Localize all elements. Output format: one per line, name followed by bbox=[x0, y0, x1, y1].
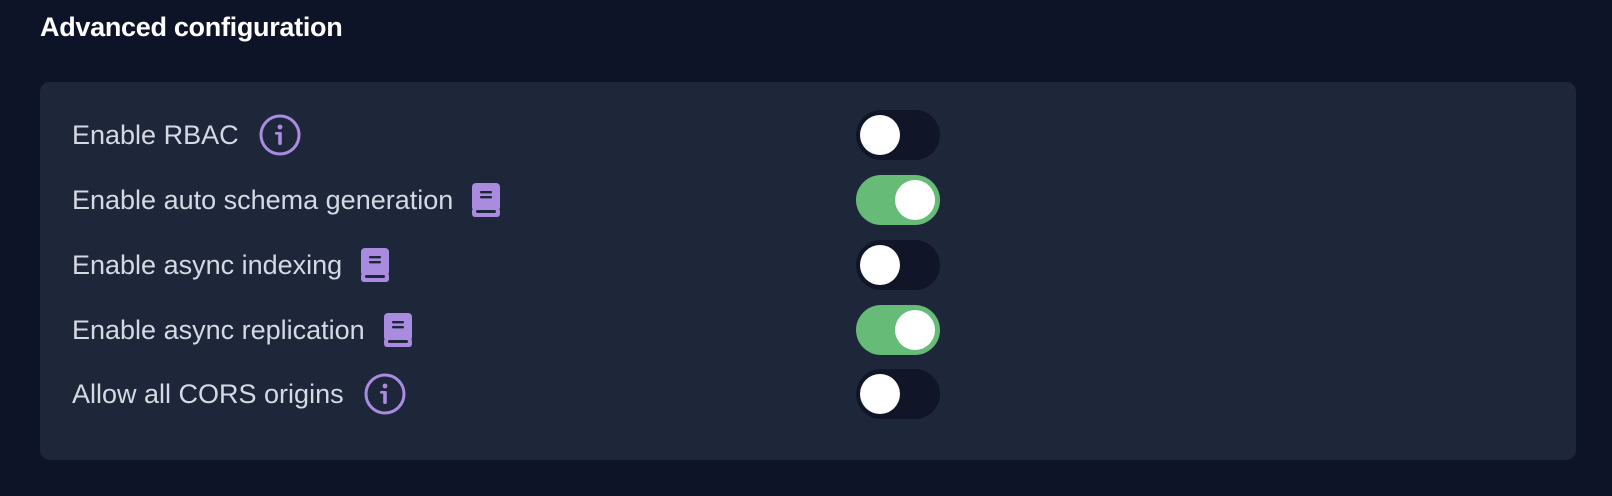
setting-row-auto-schema: Enable auto schema generation bbox=[72, 174, 1532, 226]
setting-label-rbac: Enable RBAC bbox=[72, 119, 239, 150]
setting-row-async-replication: Enable async replication bbox=[72, 304, 1532, 356]
toggle-auto-schema[interactable] bbox=[856, 175, 940, 225]
section-title: Advanced configuration bbox=[40, 12, 343, 42]
book-icon[interactable] bbox=[471, 182, 501, 218]
toggle-cors[interactable] bbox=[856, 369, 940, 419]
toggle-rbac[interactable] bbox=[856, 110, 940, 160]
setting-row-rbac: Enable RBAC bbox=[72, 109, 1532, 161]
setting-row-cors: Allow all CORS origins bbox=[72, 368, 1532, 420]
toggle-async-replication[interactable] bbox=[856, 305, 940, 355]
setting-row-async-indexing: Enable async indexing bbox=[72, 239, 1532, 291]
toggle-async-indexing[interactable] bbox=[856, 240, 940, 290]
toggle-knob bbox=[860, 115, 900, 155]
book-icon[interactable] bbox=[383, 312, 413, 348]
setting-label-async-indexing: Enable async indexing bbox=[72, 249, 343, 280]
advanced-config-card: Enable RBAC Enable auto schema generatio… bbox=[40, 82, 1576, 460]
info-icon[interactable] bbox=[364, 373, 406, 415]
toggle-knob bbox=[895, 310, 935, 350]
toggle-knob bbox=[860, 374, 900, 414]
setting-label-auto-schema: Enable auto schema generation bbox=[72, 184, 454, 215]
toggle-knob bbox=[860, 245, 900, 285]
setting-label-async-replication: Enable async replication bbox=[72, 314, 365, 345]
toggle-knob bbox=[895, 180, 935, 220]
info-icon[interactable] bbox=[259, 114, 301, 156]
book-icon[interactable] bbox=[360, 247, 390, 283]
setting-label-cors: Allow all CORS origins bbox=[72, 378, 344, 409]
